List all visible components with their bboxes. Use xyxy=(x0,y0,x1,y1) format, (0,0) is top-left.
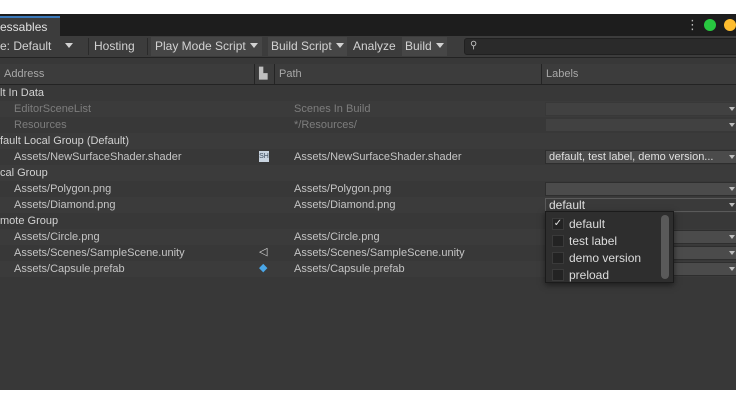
labels-dropdown[interactable]: default, test label, demo version... xyxy=(545,150,736,164)
shader-icon: SH xyxy=(259,151,269,162)
labels-column-header[interactable]: Labels xyxy=(546,68,578,80)
labels-dropdown[interactable]: default xyxy=(545,198,736,212)
maximize-light-icon[interactable] xyxy=(704,19,716,31)
chevron-down-icon xyxy=(249,43,258,49)
entry-path: Assets/Scenes/SampleScene.unity xyxy=(294,247,465,259)
table-row[interactable]: Assets/Polygon.png Assets/Polygon.png xyxy=(0,181,736,197)
chevron-down-icon xyxy=(729,155,735,159)
entry-address: Resources xyxy=(14,119,67,131)
labels-dropdown xyxy=(545,102,736,116)
tab-addressables[interactable]: essables xyxy=(0,16,60,36)
unity-scene-icon: ◁ xyxy=(259,246,268,258)
checkbox-icon[interactable] xyxy=(552,235,564,247)
minimize-light-icon[interactable] xyxy=(724,19,736,31)
chevron-down-icon xyxy=(729,203,735,207)
chevron-down-icon xyxy=(65,43,74,49)
table-row[interactable]: Assets/NewSurfaceShader.shader SH Assets… xyxy=(0,149,736,165)
chevron-down-icon xyxy=(435,43,444,49)
popup-scrollbar[interactable] xyxy=(661,215,669,279)
path-column-header[interactable]: Path xyxy=(279,68,302,80)
profile-dropdown[interactable]: e: Default xyxy=(0,37,82,56)
entry-path: Assets/NewSurfaceShader.shader xyxy=(294,151,462,163)
build-script-label: Build Script xyxy=(271,39,332,53)
label-option-text: preload xyxy=(569,268,610,282)
labels-dropdown xyxy=(545,118,736,132)
title-bar: essables ⋮ xyxy=(0,14,736,36)
toolbar: e: Default Hosting Play Mode Script Buil… xyxy=(0,36,736,58)
group-name: fault Local Group (Default) xyxy=(0,135,130,147)
entry-address: EditorSceneList xyxy=(14,103,92,115)
entry-path: Assets/Polygon.png xyxy=(294,183,392,195)
entry-path: Assets/Circle.png xyxy=(294,231,380,243)
entry-path: */Resources/ xyxy=(294,119,357,131)
label-option-text: test label xyxy=(569,234,618,248)
play-mode-script-dropdown[interactable]: Play Mode Script xyxy=(151,37,262,56)
entry-address: Assets/Capsule.prefab xyxy=(14,263,125,275)
column-resize-handle[interactable] xyxy=(254,64,255,84)
address-column-header[interactable]: Address xyxy=(4,68,44,80)
hosting-button[interactable]: Hosting xyxy=(94,37,135,56)
labels-dropdown[interactable] xyxy=(545,182,736,196)
chevron-down-icon xyxy=(729,123,735,127)
group-row[interactable]: lt In Data xyxy=(0,85,736,101)
column-header: Address ▙ Path Labels xyxy=(0,64,736,85)
labels-value: default, test label, demo version... xyxy=(549,151,714,163)
labels-popup: ✓ default test label demo version preloa… xyxy=(545,211,674,283)
entry-path: Assets/Diamond.png xyxy=(294,199,396,211)
entry-address: Assets/NewSurfaceShader.shader xyxy=(14,151,182,163)
label-option-text: demo version xyxy=(569,251,642,265)
group-row[interactable]: cal Group xyxy=(0,165,736,181)
chevron-down-icon xyxy=(729,187,735,191)
chevron-down-icon xyxy=(729,267,735,271)
column-resize-handle[interactable] xyxy=(274,64,275,84)
group-name: mote Group xyxy=(0,215,59,227)
chevron-down-icon xyxy=(729,107,735,111)
entry-address: Assets/Polygon.png xyxy=(14,183,112,195)
entry-address: Assets/Circle.png xyxy=(14,231,100,243)
chevron-down-icon xyxy=(729,235,735,239)
checkbox-icon[interactable] xyxy=(552,269,564,281)
prefab-cube-icon: ◆ xyxy=(259,262,268,274)
analyze-button[interactable]: Analyze xyxy=(353,37,396,56)
build-dropdown[interactable]: Build xyxy=(402,37,447,56)
table-row[interactable]: Resources */Resources/ xyxy=(0,117,736,133)
play-mode-script-label: Play Mode Script xyxy=(155,39,246,53)
toolbar-divider xyxy=(88,38,89,55)
labels-value: default xyxy=(549,198,586,212)
checkbox-checked-icon[interactable]: ✓ xyxy=(552,218,564,230)
toolbar-divider xyxy=(147,38,148,55)
build-label: Build xyxy=(405,39,432,53)
entry-address: Assets/Diamond.png xyxy=(14,199,116,211)
profile-label: e: Default xyxy=(0,39,52,53)
label-option-text: default xyxy=(569,217,606,231)
search-input[interactable]: ⚲ xyxy=(464,38,736,55)
chevron-down-icon xyxy=(335,43,344,49)
group-row[interactable]: fault Local Group (Default) xyxy=(0,133,736,149)
more-options-icon[interactable]: ⋮ xyxy=(686,17,699,33)
entry-path: Scenes In Build xyxy=(294,103,371,115)
table-row[interactable]: EditorSceneList Scenes In Build xyxy=(0,101,736,117)
entry-path: Assets/Capsule.prefab xyxy=(294,263,405,275)
checkbox-icon[interactable] xyxy=(552,252,564,264)
type-column-icon: ▙ xyxy=(259,68,268,80)
group-name: cal Group xyxy=(0,167,48,179)
entry-address: Assets/Scenes/SampleScene.unity xyxy=(14,247,185,259)
build-script-dropdown[interactable]: Build Script xyxy=(268,37,347,56)
group-name: lt In Data xyxy=(0,87,45,99)
search-icon: ⚲ xyxy=(470,40,478,51)
chevron-down-icon xyxy=(729,251,735,255)
column-resize-handle[interactable] xyxy=(541,64,542,84)
addressables-window: essables ⋮ e: Default Hosting Play Mode … xyxy=(0,14,736,390)
